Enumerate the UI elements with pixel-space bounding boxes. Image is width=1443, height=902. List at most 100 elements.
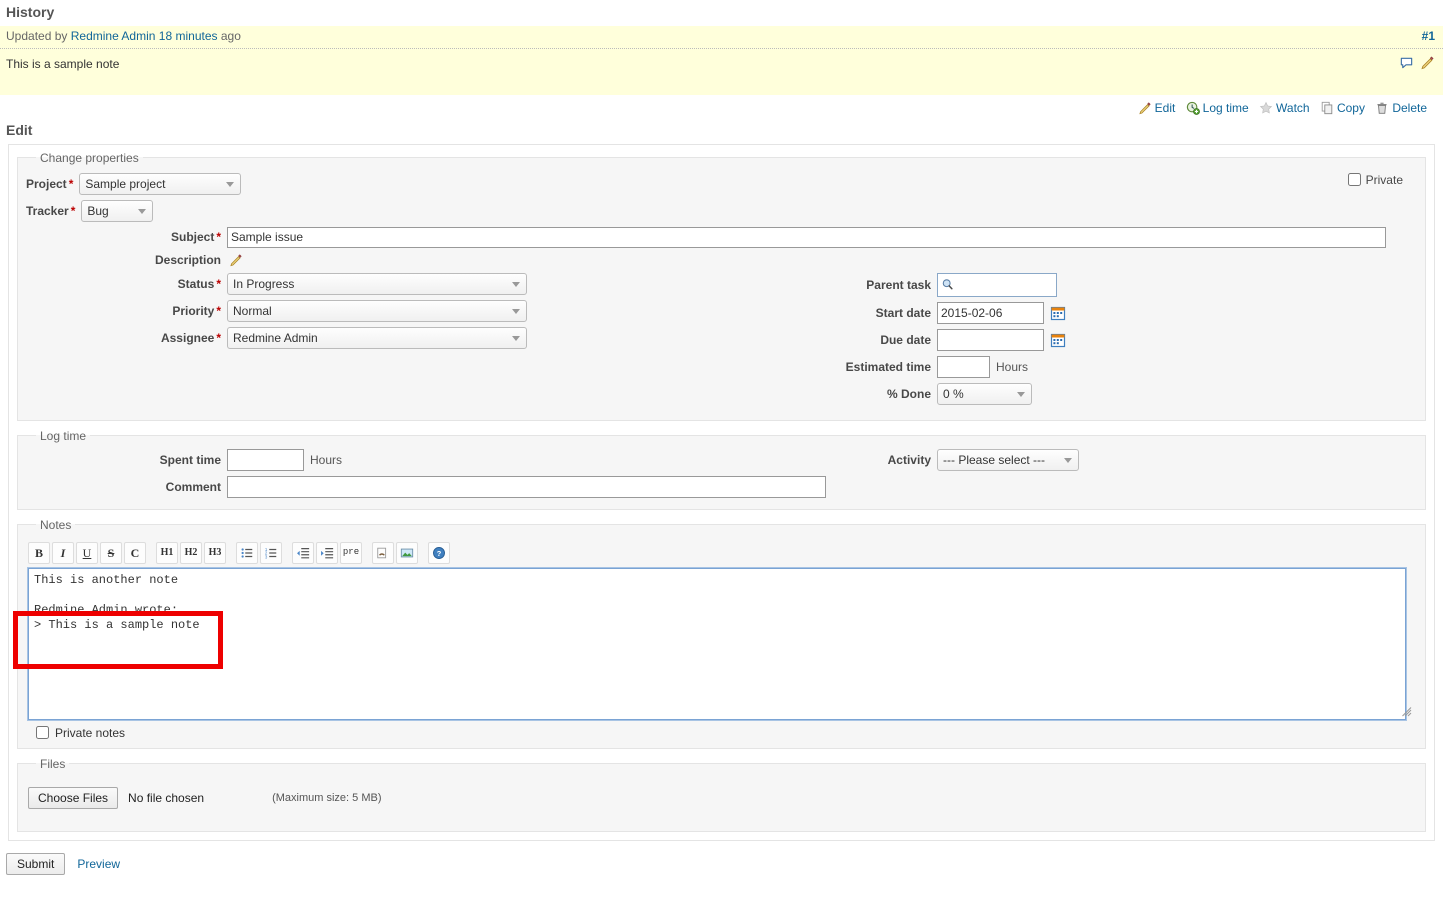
notes-fieldset: Notes B I U S C H1 H2 H3 1 2 3 pre ? Thi…	[17, 517, 1426, 749]
strikethrough-icon[interactable]: S	[100, 541, 122, 564]
files-fieldset: Files Choose Files No file chosen (Maxim…	[17, 756, 1426, 832]
edit-pencil-icon[interactable]	[229, 253, 243, 267]
link-icon[interactable]	[372, 541, 394, 564]
calendar-icon[interactable]	[1050, 305, 1066, 321]
start-date-input[interactable]	[937, 301, 1044, 324]
journal-time-link[interactable]: 18 minutes	[159, 29, 218, 43]
properties-right-column: Parent task Start date 2015-02-06 Due da…	[826, 272, 1417, 410]
description-row: Description	[26, 253, 1417, 267]
unordered-list-icon[interactable]	[236, 541, 258, 564]
log-time-legend: Log time	[40, 428, 87, 443]
notes-textarea[interactable]: This is another note Redmine Admin wrote…	[27, 566, 1407, 721]
tracker-label: Tracker *	[26, 203, 76, 218]
status-row: Status * In Progress	[26, 272, 826, 295]
heading-1-icon[interactable]: H1	[156, 541, 178, 564]
preformatted-icon[interactable]: pre	[340, 541, 362, 564]
heading-2-icon[interactable]: H2	[180, 541, 202, 564]
help-icon[interactable]: ?	[428, 541, 450, 564]
start-date-label: Start date	[875, 305, 931, 320]
edit-pencil-icon[interactable]	[1420, 55, 1435, 70]
image-icon[interactable]	[396, 541, 418, 564]
project-select-wrap: Sample project	[79, 172, 242, 195]
italic-icon[interactable]: I	[52, 541, 74, 564]
heading-3-icon[interactable]: H3	[204, 541, 226, 564]
estimated-time-row: Estimated time Hours	[826, 355, 1417, 378]
issue-edit-page: History Updated by Redmine Admin 18 minu…	[0, 0, 1443, 902]
file-upload-row: Choose Files No file chosen (Maximum siz…	[28, 786, 1417, 809]
activity-select-wrap: --- Please select ---	[937, 448, 1079, 471]
copy-action[interactable]: Copy	[1320, 100, 1365, 116]
ordered-list-icon[interactable]: 123	[260, 541, 282, 564]
underline-icon[interactable]: U	[76, 541, 98, 564]
form-actions: Submit Preview	[0, 841, 1443, 875]
trash-icon	[1375, 101, 1389, 115]
comment-input[interactable]	[227, 475, 826, 498]
edit-action-label: Edit	[1154, 100, 1176, 115]
watch-action-label: Watch	[1276, 100, 1310, 115]
no-file-chosen-text: No file chosen	[128, 790, 205, 805]
submit-button[interactable]: Submit	[6, 852, 66, 875]
tracker-select-wrap: Bug	[81, 199, 154, 222]
notes-textarea-wrap: This is another note Redmine Admin wrote…	[26, 566, 1417, 721]
journal-updated-prefix: Updated by	[6, 29, 68, 43]
journal-ago-suffix: ago	[220, 29, 241, 43]
copy-action-label: Copy	[1336, 100, 1365, 115]
outdent-icon[interactable]	[292, 541, 314, 564]
inline-code-icon[interactable]: C	[124, 541, 146, 564]
choose-files-button[interactable]: Choose Files	[28, 786, 119, 809]
journal-body: This is a sample note	[0, 49, 1443, 95]
subject-label: Subject *	[170, 230, 221, 245]
private-checkbox[interactable]	[1347, 173, 1361, 187]
tracker-select[interactable]: Bug	[81, 199, 154, 222]
comment-icon[interactable]	[1399, 55, 1414, 70]
log-time-fieldset: Log time Spent time Hours Comment Activi…	[17, 428, 1426, 510]
due-date-input[interactable]	[937, 328, 1044, 351]
parent-task-input[interactable]	[937, 272, 1057, 297]
private-label: Private	[1365, 172, 1403, 187]
files-legend: Files	[40, 756, 66, 771]
max-size-hint: (Maximum size: 5 MB)	[272, 791, 382, 804]
svg-text:?: ?	[437, 549, 442, 558]
status-select-wrap: In Progress	[227, 272, 527, 295]
preview-link[interactable]: Preview	[77, 857, 120, 871]
properties-columns: Status * In Progress Priority * Normal A…	[26, 272, 1417, 410]
private-notes-checkbox[interactable]	[36, 726, 49, 740]
done-ratio-row: % Done 0 %	[826, 382, 1417, 405]
status-select[interactable]: In Progress	[227, 272, 527, 295]
estimated-time-input[interactable]	[937, 355, 990, 378]
priority-select[interactable]: Normal	[227, 299, 527, 322]
journal-author-link[interactable]: Redmine Admin	[71, 29, 156, 43]
assignee-select[interactable]: Redmine Admin	[227, 326, 527, 349]
priority-select-wrap: Normal	[227, 299, 527, 322]
spent-time-unit: Hours	[310, 452, 343, 467]
star-icon	[1259, 101, 1273, 115]
notes-legend: Notes	[40, 517, 72, 532]
priority-row: Priority * Normal	[26, 299, 826, 322]
clock-add-icon	[1186, 101, 1200, 115]
calendar-icon[interactable]	[1050, 332, 1066, 348]
properties-left-column: Status * In Progress Priority * Normal A…	[26, 272, 826, 354]
journal-anchor-link[interactable]: #1	[1422, 29, 1435, 44]
parent-task-row: Parent task	[826, 272, 1417, 297]
watch-action[interactable]: Watch	[1259, 100, 1310, 116]
project-select[interactable]: Sample project	[79, 172, 242, 195]
spent-time-input[interactable]	[227, 448, 304, 471]
contextual-toolbar: Edit Log time Watch Copy Delete	[0, 95, 1443, 118]
subject-input[interactable]	[227, 226, 1386, 248]
delete-action[interactable]: Delete	[1375, 100, 1427, 116]
bold-icon[interactable]: B	[28, 541, 50, 564]
pencil-icon	[1138, 101, 1152, 115]
log-time-action[interactable]: Log time	[1186, 100, 1249, 116]
wiki-toolbar: B I U S C H1 H2 H3 1 2 3 pre ?	[28, 541, 1417, 564]
edit-heading: Edit	[6, 121, 33, 138]
parent-task-label: Parent task	[866, 277, 931, 292]
log-time-action-label: Log time	[1202, 100, 1249, 115]
change-properties-legend: Change properties	[40, 150, 139, 165]
spent-time-label: Spent time	[159, 452, 221, 467]
done-ratio-select[interactable]: 0 %	[937, 382, 1032, 405]
edit-action[interactable]: Edit	[1138, 100, 1176, 116]
activity-select[interactable]: --- Please select ---	[937, 448, 1079, 471]
assignee-row: Assignee * Redmine Admin	[26, 326, 826, 349]
comment-label: Comment	[165, 479, 221, 494]
indent-icon[interactable]	[316, 541, 338, 564]
